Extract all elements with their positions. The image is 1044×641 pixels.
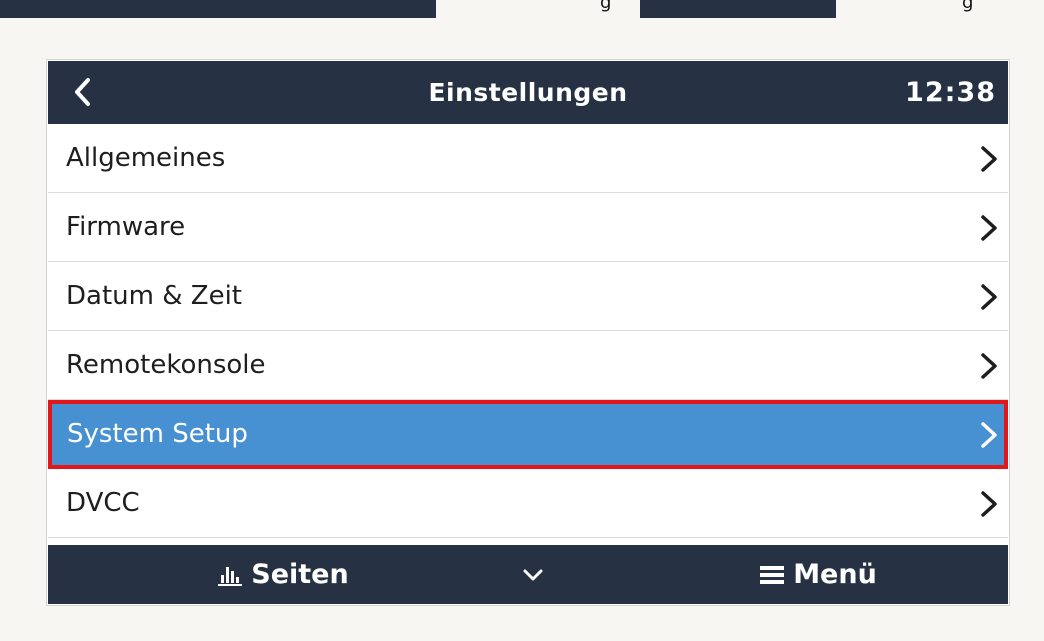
chevron-right-icon (981, 422, 997, 448)
chevron-right-icon (981, 215, 997, 241)
menu-item-datum-zeit[interactable]: Datum & Zeit (48, 262, 1008, 331)
footer-bar: Seiten Menü (48, 545, 1008, 604)
chevron-down-icon (523, 569, 543, 580)
menu-item-label: Datum & Zeit (66, 281, 242, 311)
menu-item-firmware[interactable]: Firmware (48, 193, 1008, 262)
pages-label: Seiten (251, 559, 349, 590)
hamburger-icon (759, 564, 785, 586)
background-dark-block-middle (640, 0, 836, 18)
menu-item-allgemeines[interactable]: Allgemeines (48, 124, 1008, 193)
background-dark-block-left (0, 0, 436, 18)
menu-item-label: Allgemeines (66, 143, 226, 173)
bar-chart-icon (217, 563, 243, 587)
background-strip: g g (0, 0, 1044, 18)
header-bar: Einstellungen 12:38 (48, 61, 1008, 124)
background-text-fragment-left: g (600, 0, 612, 13)
menu-button[interactable]: Menü (718, 545, 918, 604)
menu-label: Menü (793, 559, 877, 590)
clock: 12:38 (905, 77, 996, 108)
menu-item-label: System Setup (67, 419, 248, 449)
menu-item-label: Remotekonsole (66, 350, 266, 380)
background-text-fragment-right: g (962, 0, 974, 13)
menu-item-label: Firmware (66, 212, 186, 242)
page-title: Einstellungen (428, 78, 628, 107)
pages-button[interactable]: Seiten (168, 545, 398, 604)
chevron-right-icon (981, 353, 997, 379)
menu-item-dvcc[interactable]: DVCC (48, 469, 1008, 538)
settings-panel: Einstellungen 12:38 Allgemeines Firmware… (46, 59, 1010, 606)
settings-list: Allgemeines Firmware Datum & Zeit Remote… (48, 124, 1008, 538)
menu-item-label: DVCC (66, 488, 140, 518)
menu-item-remotekonsole[interactable]: Remotekonsole (48, 331, 1008, 400)
scroll-down-button[interactable] (498, 545, 568, 604)
chevron-right-icon (981, 146, 997, 172)
chevron-right-icon (981, 491, 997, 517)
menu-item-system-setup[interactable]: System Setup (48, 400, 1008, 469)
chevron-right-icon (981, 284, 997, 310)
